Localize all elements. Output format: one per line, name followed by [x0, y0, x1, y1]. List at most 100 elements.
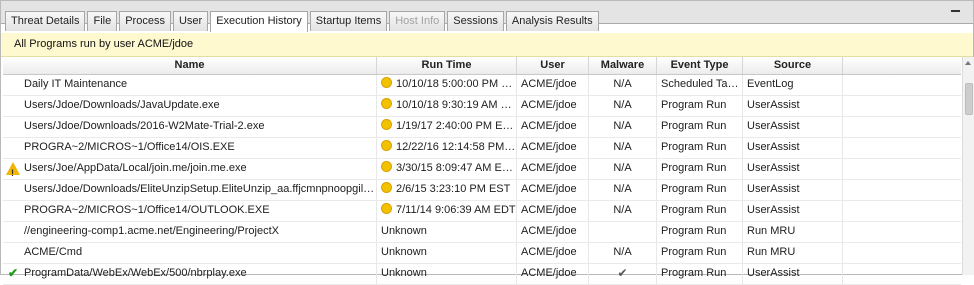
cell-name: Daily IT Maintenance: [3, 75, 377, 95]
cell-run-time: 12/22/16 12:14:58 PM EST: [377, 138, 517, 158]
tab-startup-items[interactable]: Startup Items: [309, 11, 388, 31]
clock-icon: [381, 77, 392, 88]
cell-run-time: Unknown: [377, 222, 517, 242]
cell-user: ACME/jdoe: [517, 138, 589, 158]
table-row[interactable]: Users/Joe/AppData/Local/join.me/join.me.…: [3, 159, 961, 180]
cell-source: Run MRU: [743, 243, 843, 263]
cell-name: ACME/Cmd: [3, 243, 377, 263]
tab-sessions[interactable]: Sessions: [447, 11, 504, 31]
cell-user: ACME/jdoe: [517, 117, 589, 137]
cell-user: ACME/jdoe: [517, 75, 589, 95]
table-row[interactable]: Users/Jdoe/Downloads/JavaUpdate.exe 10/10…: [3, 96, 961, 117]
cell-event-type: Program Run: [657, 201, 743, 221]
cell-run-time: 10/10/18 5:00:00 PM EDT: [377, 75, 517, 95]
tab-host-info: Host Info: [389, 11, 446, 31]
cell-source: Run MRU: [743, 222, 843, 242]
name-text: Users/Jdoe/Downloads/JavaUpdate.exe: [24, 99, 220, 111]
cell-malware: N/A: [589, 96, 657, 116]
clock-icon: [381, 140, 392, 151]
run-time-text: Unknown: [381, 225, 427, 237]
scrollbar-thumb[interactable]: [965, 83, 973, 115]
name-text: //engineering-comp1.acme.net/Engineering…: [24, 225, 279, 237]
column-header-run-time[interactable]: Run Time: [377, 57, 517, 74]
clock-icon: [381, 182, 392, 193]
cell-name: //engineering-comp1.acme.net/Engineering…: [3, 222, 377, 242]
run-time-text: 1/19/17 2:40:00 PM EST: [396, 120, 517, 132]
cell-malware: N/A: [589, 117, 657, 137]
run-time-text: 10/10/18 9:30:19 AM EDT: [396, 99, 517, 111]
cell-malware: N/A: [589, 159, 657, 179]
cell-filler: [843, 96, 961, 116]
cell-user: ACME/jdoe: [517, 222, 589, 242]
cell-run-time: 1/19/17 2:40:00 PM EST: [377, 117, 517, 137]
column-header-user[interactable]: User: [517, 57, 589, 74]
check-icon: ✔: [8, 266, 19, 280]
cell-filler: [843, 159, 961, 179]
cell-filler: [843, 243, 961, 263]
cell-source: UserAssist: [743, 201, 843, 221]
cell-malware: N/A: [589, 138, 657, 158]
cell-filler: [843, 201, 961, 221]
tab-analysis-results[interactable]: Analysis Results: [505, 11, 599, 31]
cell-source: UserAssist: [743, 117, 843, 137]
minimize-icon[interactable]: [949, 3, 963, 17]
results-header-text: All Programs run by user ACME/jdoe: [14, 38, 194, 50]
column-header-source[interactable]: Source: [743, 57, 843, 74]
table-row[interactable]: Users/Jdoe/Downloads/EliteUnzipSetup.Eli…: [3, 180, 961, 201]
cell-name: Users/Jdoe/Downloads/2016-W2Mate-Trial-2…: [3, 117, 377, 137]
tab-execution-history[interactable]: Execution History: [210, 11, 308, 32]
cell-filler: [843, 222, 961, 242]
vertical-scrollbar[interactable]: [962, 57, 974, 275]
warning-icon: [6, 162, 20, 179]
name-text: PROGRA~2/MICROS~1/Office14/OUTLOOK.EXE: [24, 204, 270, 216]
run-time-text: 2/6/15 3:23:10 PM EST: [396, 183, 511, 195]
cell-user: ACME/jdoe: [517, 264, 589, 284]
cell-source: EventLog: [743, 75, 843, 95]
run-time-text: 7/11/14 9:06:39 AM EDT: [396, 204, 516, 216]
cell-user: ACME/jdoe: [517, 159, 589, 179]
column-header-malware[interactable]: Malware: [589, 57, 657, 74]
table-row[interactable]: PROGRA~2/MICROS~1/Office14/OIS.EXE 12/22/…: [3, 138, 961, 159]
cell-run-time: 3/30/15 8:09:47 AM EDT: [377, 159, 517, 179]
name-text: Users/Jdoe/Downloads/2016-W2Mate-Trial-2…: [24, 120, 265, 132]
cell-malware: N/A: [589, 201, 657, 221]
table-row[interactable]: PROGRA~2/MICROS~1/Office14/OUTLOOK.EXE 7/…: [3, 201, 961, 222]
table-row[interactable]: Users/Jdoe/Downloads/2016-W2Mate-Trial-2…: [3, 117, 961, 138]
cell-name: PROGRA~2/MICROS~1/Office14/OUTLOOK.EXE: [3, 201, 377, 221]
cell-name: ✔ ProgramData/WebEx/WebEx/500/nbrplay.exe: [3, 264, 377, 284]
cell-name: Users/Joe/AppData/Local/join.me/join.me.…: [3, 159, 377, 179]
column-header-name[interactable]: Name: [3, 57, 377, 74]
cell-event-type: Program Run: [657, 264, 743, 284]
cell-filler: [843, 138, 961, 158]
run-time-text: 10/10/18 5:00:00 PM EDT: [396, 78, 517, 90]
cell-source: UserAssist: [743, 159, 843, 179]
cell-user: ACME/jdoe: [517, 96, 589, 116]
tab-process[interactable]: Process: [119, 11, 171, 31]
column-header-filler: [843, 57, 961, 74]
table-row[interactable]: //engineering-comp1.acme.net/Engineering…: [3, 222, 961, 243]
cell-name: Users/Jdoe/Downloads/JavaUpdate.exe: [3, 96, 377, 116]
name-text: Users/Jdoe/Downloads/EliteUnzipSetup.Eli…: [24, 183, 377, 195]
tab-threat-details[interactable]: Threat Details: [5, 11, 86, 31]
cell-filler: [843, 264, 961, 284]
cell-source: UserAssist: [743, 180, 843, 200]
run-time-text: 12/22/16 12:14:58 PM EST: [396, 141, 517, 153]
clock-icon: [381, 119, 392, 130]
cell-event-type: Program Run: [657, 117, 743, 137]
cell-source: UserAssist: [743, 264, 843, 284]
cell-filler: [843, 75, 961, 95]
run-time-text: Unknown: [381, 246, 427, 258]
cell-user: ACME/jdoe: [517, 243, 589, 263]
name-text: PROGRA~2/MICROS~1/Office14/OIS.EXE: [24, 141, 235, 153]
cell-event-type: Program Run: [657, 222, 743, 242]
cell-user: ACME/jdoe: [517, 201, 589, 221]
table-row[interactable]: ACME/Cmd Unknown ACME/jdoe N/A Program Run Ru…: [3, 243, 961, 264]
table-row[interactable]: Daily IT Maintenance 10/10/18 5:00:00 PM …: [3, 75, 961, 96]
cell-event-type: Program Run: [657, 96, 743, 116]
cell-malware: N/A: [589, 243, 657, 263]
column-header-event-type[interactable]: Event Type: [657, 57, 743, 74]
scroll-up-icon[interactable]: [965, 61, 971, 65]
clock-icon: [381, 98, 392, 109]
tab-user[interactable]: User: [172, 11, 209, 31]
tab-file[interactable]: File: [87, 11, 118, 31]
